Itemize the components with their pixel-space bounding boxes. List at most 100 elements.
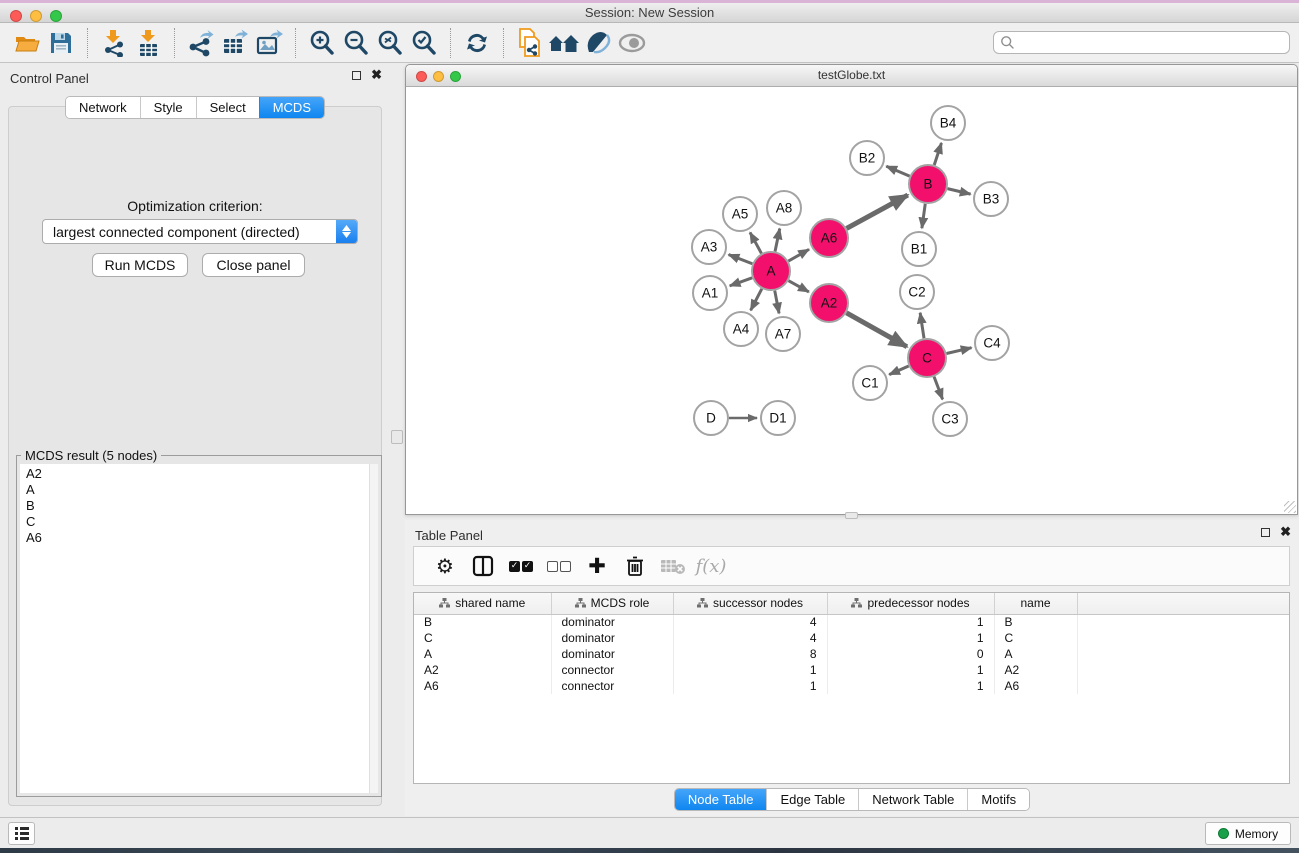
copy-network-button[interactable] — [513, 27, 547, 59]
toolbar-separator — [295, 28, 296, 58]
graph-node-B3[interactable]: B3 — [974, 182, 1008, 216]
table-row[interactable]: A dominator 8 0 A — [414, 646, 1289, 662]
mcds-result-list[interactable]: A2ABCA6 — [20, 464, 378, 793]
column-settings-button[interactable]: ⚙ — [426, 550, 464, 582]
mcds-result-item[interactable]: C — [26, 514, 372, 530]
home-view-button[interactable] — [547, 27, 581, 59]
resize-grip-icon[interactable] — [1284, 501, 1296, 513]
search-field[interactable] — [993, 31, 1290, 54]
select-all-button[interactable]: ✓✓ — [502, 550, 540, 582]
graph-node-A7[interactable]: A7 — [766, 317, 800, 351]
graph-node-B1[interactable]: B1 — [902, 232, 936, 266]
graph-node-C4[interactable]: C4 — [975, 326, 1009, 360]
float-panel-icon[interactable] — [1261, 528, 1270, 537]
run-mcds-button[interactable]: Run MCDS — [92, 253, 188, 277]
zoom-in-button[interactable] — [305, 27, 339, 59]
graph-node-A6[interactable]: A6 — [810, 219, 848, 257]
graph-node-C2[interactable]: C2 — [900, 275, 934, 309]
import-network-button[interactable] — [97, 27, 131, 59]
table-row[interactable]: A6 connector 1 1 A6 — [414, 678, 1289, 694]
horizontal-splitter-grip[interactable] — [845, 512, 858, 519]
float-panel-icon[interactable] — [352, 71, 361, 80]
svg-text:B2: B2 — [859, 151, 876, 166]
graph-node-D1[interactable]: D1 — [761, 401, 795, 435]
save-session-button[interactable] — [44, 27, 78, 59]
svg-text:A7: A7 — [775, 327, 792, 342]
control-panel-tab[interactable]: Select — [196, 97, 259, 118]
minimize-window-button[interactable] — [30, 10, 42, 22]
graph-node-D[interactable]: D — [694, 401, 728, 435]
show-column-button[interactable] — [464, 550, 502, 582]
close-network-button[interactable] — [416, 71, 427, 82]
show-hide-button[interactable] — [615, 27, 649, 59]
mcds-result-item[interactable]: B — [26, 498, 372, 514]
network-canvas[interactable]: B4 B2 B B3 A5 A8 A6 B1 A3 A C2 A1 A2 A4 A7 C4 C C1 C3 D D1 — [406, 87, 1297, 514]
graph-node-A4[interactable]: A4 — [724, 312, 758, 346]
network-window-titlebar[interactable]: testGlobe.txt — [406, 65, 1297, 87]
table-tab[interactable]: Node Table — [675, 789, 767, 810]
control-panel-tab[interactable]: Network — [66, 97, 140, 118]
graph-node-A[interactable]: A — [752, 252, 790, 290]
toolbar-separator — [503, 28, 504, 58]
control-panel-tab[interactable]: MCDS — [259, 97, 324, 118]
graph-node-A1[interactable]: A1 — [693, 276, 727, 310]
refresh-view-button[interactable] — [460, 27, 494, 59]
column-header[interactable]: MCDS role — [551, 593, 673, 614]
import-table-button[interactable] — [131, 27, 165, 59]
table-row[interactable]: A2 connector 1 1 A2 — [414, 662, 1289, 678]
node-table[interactable]: shared name — [413, 592, 1290, 784]
column-header[interactable]: shared name — [414, 593, 551, 614]
mcds-result-item[interactable]: A2 — [26, 466, 372, 482]
mcds-result-item[interactable]: A — [26, 482, 372, 498]
close-panel-button[interactable]: Close panel — [202, 253, 305, 277]
add-row-button[interactable]: ✚ — [578, 550, 616, 582]
zoom-selected-button[interactable] — [407, 27, 441, 59]
desktop-strip-bottom — [0, 848, 1299, 853]
graph-node-A5[interactable]: A5 — [723, 197, 757, 231]
zoom-window-button[interactable] — [50, 10, 62, 22]
task-history-button[interactable] — [8, 822, 35, 845]
memory-button[interactable]: Memory — [1205, 822, 1291, 845]
gear-icon: ⚙ — [436, 556, 454, 576]
deselect-all-button[interactable] — [540, 550, 578, 582]
table-tab[interactable]: Edge Table — [766, 789, 858, 810]
open-session-button[interactable] — [10, 27, 44, 59]
delete-table-button[interactable] — [654, 550, 692, 582]
close-window-button[interactable] — [10, 10, 22, 22]
table-row[interactable]: C dominator 4 1 C — [414, 630, 1289, 646]
column-header[interactable]: successor nodes — [673, 593, 827, 614]
graph-node-C1[interactable]: C1 — [853, 366, 887, 400]
column-header[interactable]: predecessor nodes — [827, 593, 994, 614]
zoom-out-button[interactable] — [339, 27, 373, 59]
column-header[interactable]: name — [994, 593, 1077, 614]
table-row[interactable]: B dominator 4 1 B — [414, 614, 1289, 630]
export-image-button[interactable] — [252, 27, 286, 59]
minimize-network-button[interactable] — [433, 71, 444, 82]
graph-node-C[interactable]: C — [908, 339, 946, 377]
vizmapper-button[interactable] — [581, 27, 615, 59]
graph-node-A3[interactable]: A3 — [692, 230, 726, 264]
graph-node-C3[interactable]: C3 — [933, 402, 967, 436]
scrollbar-track[interactable] — [369, 464, 378, 793]
export-table-button[interactable] — [218, 27, 252, 59]
criterion-dropdown[interactable]: largest connected component (directed) — [42, 219, 358, 244]
zoom-fit-button[interactable] — [373, 27, 407, 59]
control-panel-tab[interactable]: Style — [140, 97, 196, 118]
graph-node-B2[interactable]: B2 — [850, 141, 884, 175]
apply-function-button[interactable]: f(x) — [692, 550, 730, 582]
vertical-splitter-grip[interactable] — [391, 430, 403, 444]
table-tab[interactable]: Network Table — [858, 789, 967, 810]
export-network-button[interactable] — [184, 27, 218, 59]
close-panel-icon[interactable]: ✖ — [1280, 527, 1291, 537]
graph-node-A2[interactable]: A2 — [810, 284, 848, 322]
search-input[interactable] — [1015, 36, 1289, 50]
close-panel-icon[interactable]: ✖ — [371, 70, 382, 80]
zoom-network-button[interactable] — [450, 71, 461, 82]
table-tab[interactable]: Motifs — [967, 789, 1029, 810]
column-header[interactable] — [1077, 593, 1289, 614]
graph-node-A8[interactable]: A8 — [767, 191, 801, 225]
graph-node-B[interactable]: B — [909, 165, 947, 203]
graph-node-B4[interactable]: B4 — [931, 106, 965, 140]
delete-row-button[interactable] — [616, 550, 654, 582]
mcds-result-item[interactable]: A6 — [26, 530, 372, 546]
